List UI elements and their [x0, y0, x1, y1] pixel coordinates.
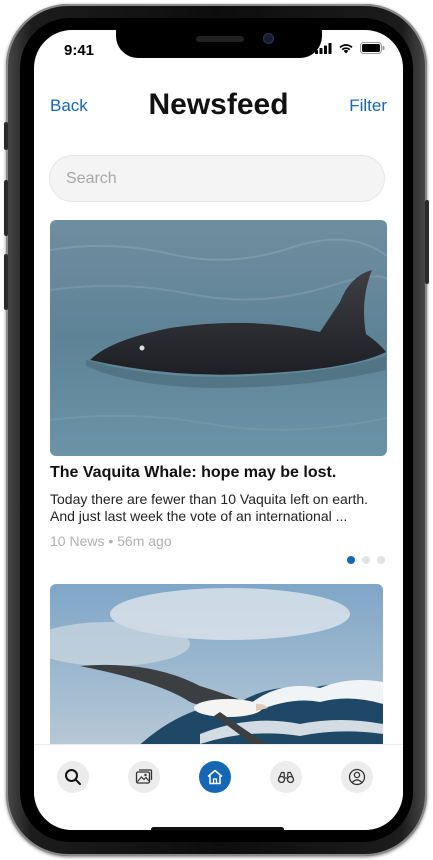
- search-input[interactable]: Search: [49, 155, 385, 202]
- notch: [116, 30, 322, 58]
- home-icon: [207, 769, 223, 785]
- article-excerpt: Today there are fewer than 10 Vaquita le…: [50, 491, 369, 524]
- tab-bar: [34, 744, 403, 830]
- page-title: Newsfeed: [148, 88, 289, 121]
- power-button: [425, 200, 429, 284]
- pagination-dot[interactable]: [377, 556, 385, 564]
- app-screen: 9:41 Back Newsfeed Filter Search The Vaq…: [34, 30, 403, 830]
- article-image[interactable]: [50, 220, 387, 456]
- status-icons: [315, 42, 385, 54]
- vaquita-photo: [50, 220, 387, 456]
- status-time: 9:41: [64, 42, 95, 59]
- article-title[interactable]: The Vaquita Whale: hope may be lost.: [50, 464, 336, 482]
- battery-icon: [360, 42, 385, 54]
- tab-profile[interactable]: [341, 761, 373, 793]
- carousel-pagination[interactable]: [347, 556, 385, 564]
- volume-up-button: [4, 180, 8, 236]
- tab-gallery[interactable]: [128, 761, 160, 793]
- next-article-image[interactable]: [50, 584, 383, 754]
- user-icon: [348, 768, 366, 786]
- tab-search[interactable]: [57, 761, 89, 793]
- binoculars-icon: [277, 771, 295, 784]
- earpiece-speaker: [196, 36, 244, 42]
- pagination-dot-active[interactable]: [347, 556, 355, 564]
- article-meta: 10 News • 56m ago: [50, 533, 172, 549]
- filter-button[interactable]: Filter: [349, 96, 387, 116]
- pagination-dot[interactable]: [362, 556, 370, 564]
- mute-switch: [4, 122, 8, 150]
- albatross-over-waves-photo: [50, 584, 383, 754]
- tab-home[interactable]: [199, 761, 231, 793]
- tab-explore[interactable]: [270, 761, 302, 793]
- search-icon: [65, 769, 81, 785]
- home-indicator[interactable]: [151, 827, 284, 830]
- images-icon: [135, 769, 153, 784]
- wifi-icon: [339, 44, 353, 54]
- cellular-signal-icon: [315, 42, 332, 54]
- volume-down-button: [4, 254, 8, 310]
- front-camera: [263, 33, 274, 44]
